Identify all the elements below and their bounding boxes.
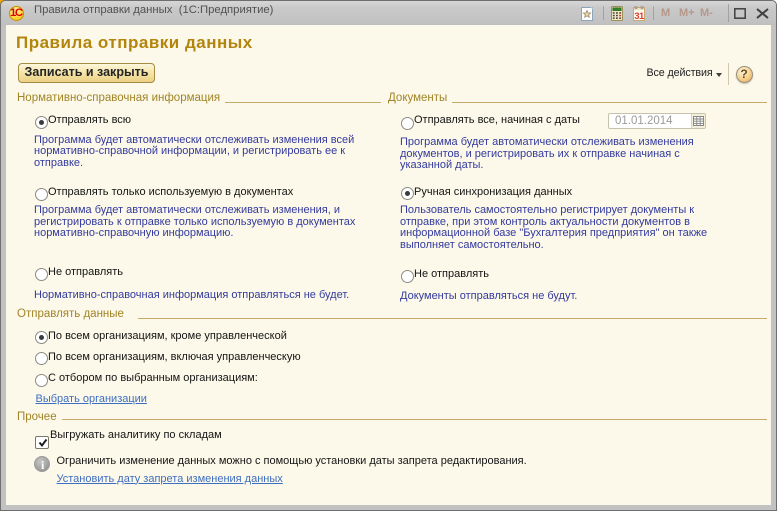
svg-text:31: 31 bbox=[634, 11, 645, 21]
